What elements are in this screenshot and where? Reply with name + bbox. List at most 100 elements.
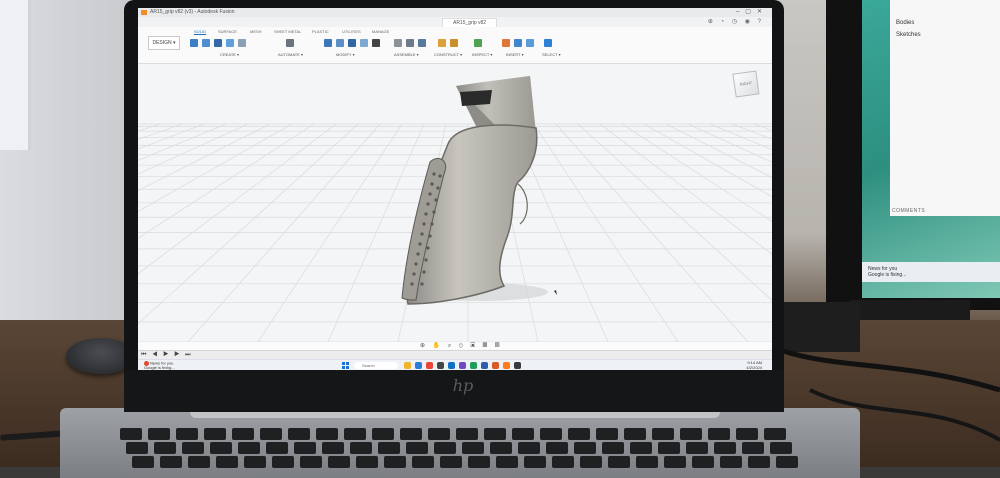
decal-icon[interactable] (514, 39, 522, 47)
3d-viewport[interactable] (138, 64, 772, 342)
viewcube[interactable]: RIGHT (732, 70, 760, 98)
group-modify[interactable]: MODIFY ▾ (336, 52, 355, 57)
keyboard-key (540, 428, 562, 440)
midplane-icon[interactable] (450, 39, 458, 47)
fusion-taskbar-icon[interactable] (503, 362, 510, 369)
keyboard-key (412, 456, 434, 468)
keyboard-key (692, 456, 714, 468)
keyboard-key (182, 442, 204, 454)
group-construct[interactable]: CONSTRUCT ▾ (434, 52, 462, 57)
keyboard-key (636, 456, 658, 468)
revolve-icon[interactable] (214, 39, 222, 47)
keyboard-key (300, 456, 322, 468)
edge-icon[interactable] (415, 362, 422, 369)
group-automate[interactable]: AUTOMATE ▾ (278, 52, 303, 57)
windows-taskbar: News for you Google is fixing... Search … (138, 359, 772, 370)
news-widget[interactable]: News for you Google is fixing... (144, 361, 175, 370)
group-inspect[interactable]: INSPECT ▾ (472, 52, 492, 57)
keyboard-key (574, 442, 596, 454)
excel-icon[interactable] (470, 362, 477, 369)
keyboard-key (288, 428, 310, 440)
keyboard-key (328, 456, 350, 468)
tab-solid[interactable]: SOLID (194, 29, 207, 35)
keyboard-key (440, 456, 462, 468)
pattern-icon[interactable] (238, 39, 246, 47)
tab-utilities[interactable]: UTILITIES (342, 29, 361, 34)
keyboard-key (568, 428, 590, 440)
new-sketch-icon[interactable] (190, 39, 198, 47)
browser-row-bodies[interactable]: Bodies (896, 20, 914, 26)
joint-origin-icon[interactable] (418, 39, 426, 47)
group-create[interactable]: CREATE ▾ (220, 52, 239, 57)
measure-icon[interactable] (474, 39, 482, 47)
keyboard-key (176, 428, 198, 440)
keyboard-key (708, 428, 730, 440)
tab-sheet-metal[interactable]: SHEET METAL (274, 29, 301, 34)
tab-bar-icons[interactable]: ⊕ ◔ ◷ ◉ ? (708, 18, 764, 25)
comments-label[interactable]: COMMENTS (892, 208, 925, 214)
keyboard-key (456, 428, 478, 440)
keyboard-key (322, 442, 344, 454)
taskbar-search[interactable]: Search (354, 362, 398, 369)
keyboard-key (400, 428, 422, 440)
clock-date: 4/2/2024 (746, 364, 762, 370)
tab-plastic[interactable]: PLASTIC (312, 29, 329, 34)
chrome-icon[interactable] (426, 362, 433, 369)
chamfer-icon[interactable] (348, 39, 356, 47)
navigation-bar[interactable]: ⊕ ✋ ⌕ ⊙ ▣ ▦ ▤ (420, 342, 502, 350)
insert-derive-icon[interactable] (502, 39, 510, 47)
teams-icon[interactable] (459, 362, 466, 369)
document-tab[interactable]: AR15_grip v82 (442, 18, 498, 27)
keyboard-key (624, 428, 646, 440)
keyboard-key (462, 442, 484, 454)
as-built-joint-icon[interactable] (406, 39, 414, 47)
terminal-icon[interactable] (437, 362, 444, 369)
joint-icon[interactable] (394, 39, 402, 47)
automate-icon[interactable] (286, 39, 294, 47)
keyboard-key (518, 442, 540, 454)
group-insert[interactable]: INSERT ▾ (506, 52, 524, 57)
powerpoint-icon[interactable] (492, 362, 499, 369)
fillet-icon[interactable] (336, 39, 344, 47)
group-select[interactable]: SELECT ▾ (542, 52, 561, 57)
extrude-icon[interactable] (202, 39, 210, 47)
keyboard-key (148, 428, 170, 440)
select-icon[interactable] (544, 39, 552, 47)
keyboard-key (776, 456, 798, 468)
hole-icon[interactable] (226, 39, 234, 47)
keyboard-key (608, 456, 630, 468)
windows-start-icon[interactable] (342, 362, 349, 369)
window-controls[interactable]: –▢✕ (736, 8, 768, 17)
taskbar-clock[interactable]: 9:14 AM 4/2/2024 (746, 360, 762, 370)
keyboard-key (372, 428, 394, 440)
hp-logo: hp (452, 376, 474, 395)
keyboard-key (652, 428, 674, 440)
shell-icon[interactable] (360, 39, 368, 47)
keyboard-key (188, 456, 210, 468)
keyboard-key (434, 442, 456, 454)
keyboard-key (160, 456, 182, 468)
canvas-icon[interactable] (526, 39, 534, 47)
keyboard-key (512, 428, 534, 440)
monitor-news-sub: Google is fixing... (868, 272, 907, 278)
settings-icon[interactable] (514, 362, 521, 369)
move-icon[interactable] (372, 39, 380, 47)
tab-surface[interactable]: SURFACE (218, 29, 237, 34)
group-assemble[interactable]: ASSEMBLE ▾ (394, 52, 419, 57)
keyboard-key (232, 428, 254, 440)
browser-row-sketches[interactable]: Sketches (896, 32, 921, 38)
tab-manage[interactable]: MANAGE (372, 29, 389, 34)
outlook-icon[interactable] (448, 362, 455, 369)
keyboard-key (658, 442, 680, 454)
file-explorer-icon[interactable] (404, 362, 411, 369)
monitor-news-widget[interactable]: News for you Google is fixing... (868, 266, 906, 278)
press-pull-icon[interactable] (324, 39, 332, 47)
keyboard-key (132, 456, 154, 468)
keyboard-key (294, 442, 316, 454)
offset-plane-icon[interactable] (438, 39, 446, 47)
tab-mesh[interactable]: MESH (250, 29, 262, 34)
workspace-dropdown[interactable]: DESIGN ▾ (148, 36, 180, 50)
keyboard-key (630, 442, 652, 454)
word-icon[interactable] (481, 362, 488, 369)
keyboard-key (552, 456, 574, 468)
